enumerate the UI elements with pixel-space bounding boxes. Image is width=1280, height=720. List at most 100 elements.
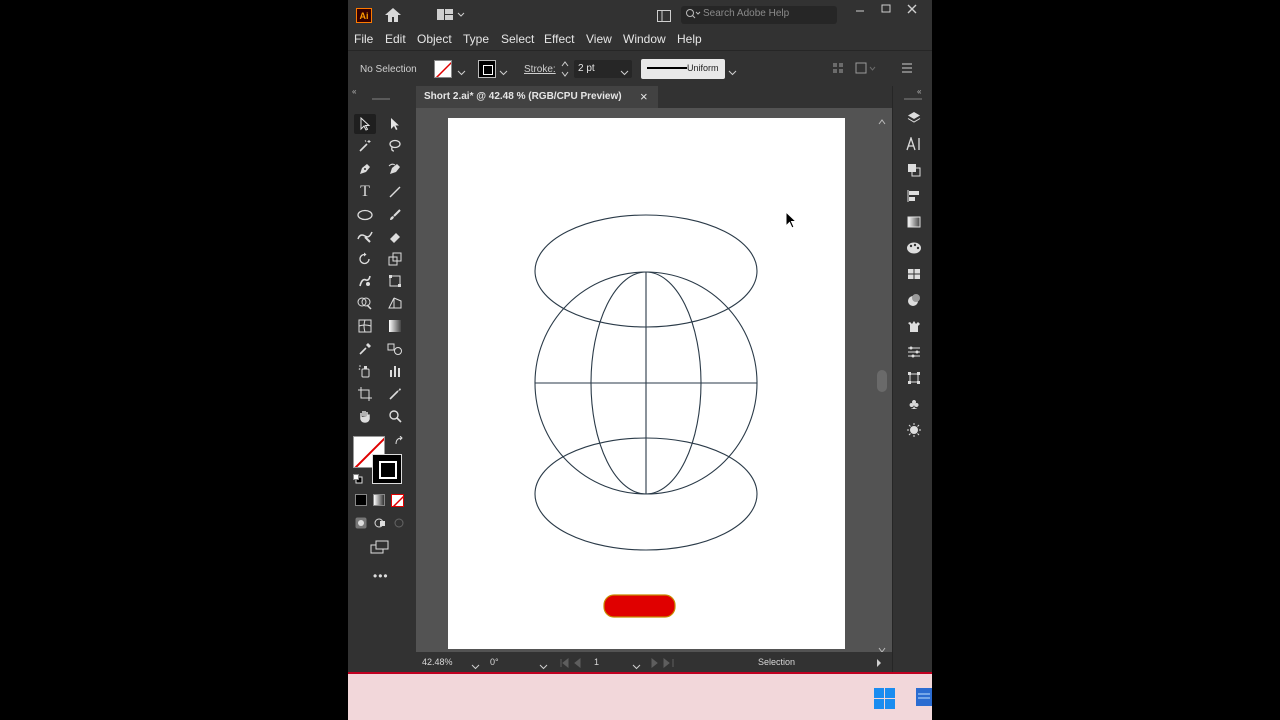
zoom-icon[interactable] <box>384 406 406 426</box>
rotate-icon[interactable] <box>354 249 376 269</box>
symbols-icon[interactable]: ♣ <box>903 394 925 414</box>
last-artboard-icon[interactable] <box>650 657 680 671</box>
chevron-down-icon[interactable] <box>471 659 480 672</box>
zoom-level[interactable]: 42.48% <box>422 657 453 667</box>
menu-file[interactable]: File <box>354 32 373 46</box>
hand-icon[interactable] <box>354 406 376 426</box>
first-artboard-icon[interactable] <box>560 657 590 671</box>
warp-icon[interactable] <box>354 271 376 291</box>
type-icon[interactable]: T <box>354 182 376 202</box>
symbol-sprayer-icon[interactable] <box>354 361 376 381</box>
shape-builder-icon[interactable] <box>354 293 376 313</box>
menu-edit[interactable]: Edit <box>385 32 406 46</box>
scroll-up-icon[interactable] <box>878 114 886 128</box>
taskbar-app-icon[interactable] <box>916 686 932 711</box>
eyedropper-icon[interactable] <box>354 339 376 359</box>
line-icon[interactable] <box>384 182 406 202</box>
shaper-icon[interactable] <box>354 227 376 247</box>
pen-icon[interactable] <box>354 159 376 179</box>
home-icon[interactable] <box>384 7 402 26</box>
direct-selection-tool-icon[interactable] <box>384 114 406 134</box>
eraser-icon[interactable] <box>384 227 406 247</box>
stroke-profile-dropdown[interactable]: Uniform <box>641 59 725 79</box>
none-mode-icon[interactable] <box>391 494 404 507</box>
lasso-icon[interactable] <box>384 136 406 156</box>
magic-wand-icon[interactable] <box>354 136 376 156</box>
rotation-value[interactable]: 0° <box>490 657 499 667</box>
align-icon[interactable] <box>832 62 844 77</box>
mesh-icon[interactable] <box>354 316 376 336</box>
stroke-color-swatch[interactable] <box>372 454 402 484</box>
canvas-area[interactable] <box>416 108 892 653</box>
perspective-icon[interactable] <box>384 293 406 313</box>
artwork[interactable] <box>448 118 845 649</box>
maximize-icon[interactable] <box>880 3 892 18</box>
artboard-icon[interactable] <box>354 384 376 404</box>
transform-icon[interactable] <box>855 62 877 77</box>
blend-icon[interactable] <box>384 339 406 359</box>
default-fill-stroke-icon[interactable] <box>353 473 363 487</box>
free-transform-icon[interactable] <box>384 271 406 291</box>
menu-object[interactable]: Object <box>417 32 452 46</box>
layers-icon[interactable] <box>903 108 925 128</box>
properties-icon[interactable] <box>903 342 925 362</box>
selection-tool-icon[interactable] <box>354 114 376 134</box>
collapse-panel-icon[interactable]: « <box>917 87 921 96</box>
slice-icon[interactable] <box>384 384 406 404</box>
search-adobe-help-input[interactable]: Search Adobe Help <box>681 6 837 24</box>
column-graph-icon[interactable] <box>384 361 406 381</box>
character-icon[interactable] <box>903 134 925 154</box>
swatches-icon[interactable] <box>903 264 925 284</box>
ellipse-icon[interactable] <box>354 205 376 225</box>
puppet-warp-icon[interactable] <box>903 316 925 336</box>
tab-document[interactable]: Short 2.ai* @ 42.48 % (RGB/CPU Preview) … <box>416 86 658 108</box>
stroke-swatch[interactable] <box>478 60 496 78</box>
transform-panel-icon[interactable] <box>903 368 925 388</box>
chevron-down-icon[interactable] <box>728 65 737 79</box>
color-palette-icon[interactable] <box>903 238 925 258</box>
close-icon[interactable] <box>906 3 918 18</box>
draw-normal-icon[interactable] <box>355 517 367 532</box>
stroke-weight-field[interactable]: 2 pt <box>574 60 632 78</box>
brushes-icon[interactable] <box>903 420 925 440</box>
gradient-panel-icon[interactable] <box>903 212 925 232</box>
workspace-icon[interactable] <box>437 9 465 24</box>
gradient-icon[interactable] <box>384 316 406 336</box>
fill-swatch[interactable] <box>434 60 452 78</box>
paintbrush-icon[interactable] <box>384 205 406 225</box>
scroll-thumb[interactable] <box>877 370 887 392</box>
stroke-stepper-icon[interactable] <box>561 60 569 81</box>
screen-mode-icon[interactable] <box>370 540 390 557</box>
artboard[interactable] <box>448 118 845 649</box>
chevron-down-icon[interactable] <box>620 65 629 79</box>
panel-menu-icon[interactable] <box>901 62 913 77</box>
swap-fill-stroke-icon[interactable] <box>394 435 404 449</box>
chevron-down-icon[interactable] <box>499 65 508 79</box>
menu-view[interactable]: View <box>586 32 612 46</box>
minimize-icon[interactable] <box>854 3 866 18</box>
arrange-documents-icon[interactable] <box>657 10 671 25</box>
scale-icon[interactable] <box>384 249 406 269</box>
vertical-scrollbar[interactable] <box>872 108 892 653</box>
windows-start-icon[interactable] <box>874 688 896 713</box>
curvature-icon[interactable] <box>384 159 406 179</box>
artboard-number[interactable]: 1 <box>594 657 599 667</box>
draw-inside-icon[interactable] <box>393 517 405 532</box>
menu-help[interactable]: Help <box>677 32 702 46</box>
close-tab-icon[interactable]: × <box>640 89 648 104</box>
chevron-down-icon[interactable] <box>457 65 466 79</box>
menu-effect[interactable]: Effect <box>544 32 574 46</box>
align-panel-icon[interactable] <box>903 186 925 206</box>
color-mode-icon[interactable] <box>355 494 367 506</box>
menu-type[interactable]: Type <box>463 32 489 46</box>
gradient-mode-icon[interactable] <box>373 494 385 506</box>
menu-select[interactable]: Select <box>501 32 534 46</box>
draw-behind-icon[interactable] <box>374 517 386 532</box>
collapse-panel-icon[interactable]: « <box>352 87 356 96</box>
more-tools-icon[interactable]: ••• <box>373 569 389 583</box>
libraries-icon[interactable] <box>903 160 925 180</box>
appearance-icon[interactable] <box>903 290 925 310</box>
chevron-down-icon[interactable] <box>632 659 641 672</box>
menu-window[interactable]: Window <box>623 32 666 46</box>
status-menu-icon[interactable] <box>876 657 882 671</box>
